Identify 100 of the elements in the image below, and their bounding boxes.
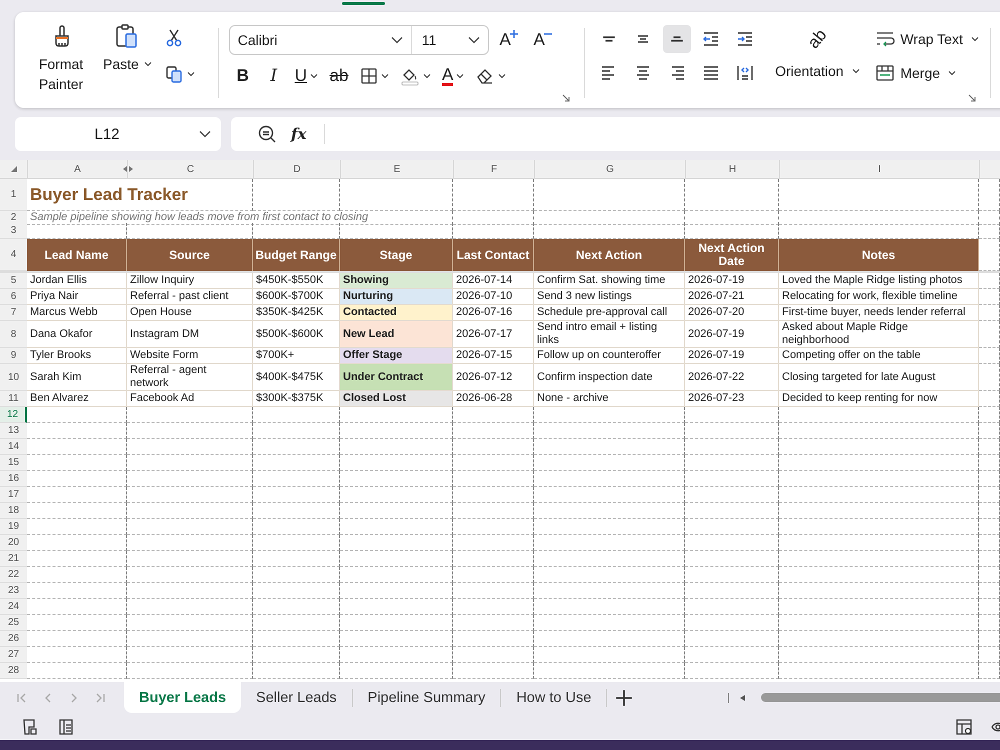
underline-button[interactable]: U bbox=[290, 63, 322, 89]
dialog-launcher-icon[interactable] bbox=[968, 94, 976, 102]
row-number[interactable]: 1 bbox=[0, 179, 27, 211]
table-cell bbox=[979, 471, 1000, 487]
italic-button[interactable]: I bbox=[260, 63, 288, 89]
table-cell: Schedule pre-approval call bbox=[534, 305, 685, 321]
stage-cell: Offer Stage bbox=[340, 348, 453, 364]
row-number[interactable]: 19 bbox=[0, 519, 27, 535]
orientation-icon: ab bbox=[802, 24, 833, 54]
increase-font-size-button[interactable]: A bbox=[494, 27, 523, 53]
column-header[interactable]: I bbox=[779, 160, 979, 178]
row-number[interactable]: 7 bbox=[0, 305, 27, 321]
table-cell: Priya Nair bbox=[27, 289, 127, 305]
table-cell: Dana Okafor bbox=[27, 321, 127, 348]
row-number[interactable]: 21 bbox=[0, 551, 27, 567]
workbook-settings-icon[interactable] bbox=[954, 716, 974, 736]
row-number[interactable]: 14 bbox=[0, 439, 27, 455]
table-cell: 2026-07-19 bbox=[685, 321, 779, 348]
name-box[interactable]: L12 bbox=[15, 117, 221, 151]
row-number[interactable]: 11 bbox=[0, 391, 27, 407]
row-number[interactable]: 5 bbox=[0, 273, 27, 289]
alignment-button[interactable] bbox=[663, 25, 692, 53]
row-number[interactable]: 20 bbox=[0, 535, 27, 551]
column-header[interactable]: D bbox=[253, 160, 340, 178]
hidden-column-icon[interactable] bbox=[123, 166, 133, 172]
font-color-button[interactable]: A bbox=[438, 63, 468, 89]
horizontal-scrollbar[interactable] bbox=[761, 693, 1000, 702]
table-cell: Referral - past client bbox=[127, 289, 253, 305]
row-number[interactable]: 3 bbox=[0, 223, 27, 239]
row-number[interactable]: 13 bbox=[0, 423, 27, 439]
caret-icon bbox=[381, 72, 389, 80]
table-cell: Closing targeted for late August bbox=[779, 364, 979, 391]
table-cell: Facebook Ad bbox=[127, 391, 253, 407]
row-number[interactable]: 12 bbox=[0, 407, 27, 423]
column-header[interactable]: E bbox=[340, 160, 453, 178]
strikethrough-button[interactable]: ab bbox=[325, 63, 353, 89]
row-number[interactable]: 6 bbox=[0, 289, 27, 305]
row-number[interactable]: 26 bbox=[0, 631, 27, 647]
row-number[interactable]: 27 bbox=[0, 647, 27, 663]
font-size-dropdown[interactable]: 11 bbox=[412, 26, 488, 54]
table-cell: 2026-07-15 bbox=[453, 348, 534, 364]
table-cell bbox=[979, 567, 1000, 583]
decrease-font-size-button[interactable]: A bbox=[528, 27, 557, 53]
row-number[interactable]: 16 bbox=[0, 471, 27, 487]
column-header[interactable]: F bbox=[453, 160, 534, 178]
active-tab-indicator bbox=[342, 2, 385, 5]
table-cell bbox=[979, 273, 1000, 289]
table-cell: 2026-07-22 bbox=[685, 364, 779, 391]
row-number[interactable]: 28 bbox=[0, 663, 27, 679]
insert-function-button[interactable]: fx bbox=[291, 125, 306, 143]
row-number[interactable]: 15 bbox=[0, 455, 27, 471]
formula-field[interactable]: fx bbox=[231, 117, 1000, 151]
caret-icon bbox=[456, 72, 464, 80]
table-header-cell: Next Action Date bbox=[685, 239, 779, 271]
bold-button[interactable]: B bbox=[228, 63, 257, 89]
caret-icon bbox=[186, 70, 195, 78]
column-header[interactable]: H bbox=[685, 160, 779, 178]
format-painter-button[interactable]: Format Painter bbox=[31, 22, 91, 102]
stage-cell: New Lead bbox=[340, 321, 453, 348]
row-number[interactable]: 22 bbox=[0, 567, 27, 583]
row-number[interactable]: 18 bbox=[0, 503, 27, 519]
row-number[interactable]: 24 bbox=[0, 599, 27, 615]
merge-button[interactable]: Merge bbox=[875, 59, 979, 87]
align-lines-icon bbox=[670, 36, 684, 42]
column-header[interactable]: G bbox=[534, 160, 685, 178]
scroll-left-icon[interactable] bbox=[739, 694, 747, 702]
table-cell bbox=[979, 583, 1000, 599]
caret-icon bbox=[423, 72, 431, 80]
table-cell bbox=[979, 223, 1000, 239]
font-name-dropdown[interactable]: Calibri bbox=[230, 26, 412, 54]
add-sheet-icon[interactable] bbox=[615, 688, 634, 706]
dialog-launcher-icon[interactable] bbox=[562, 94, 570, 102]
sheet-tab[interactable]: Seller Leads bbox=[241, 682, 352, 713]
row-number[interactable]: 23 bbox=[0, 583, 27, 599]
sheet-title: Buyer Lead Tracker bbox=[30, 188, 188, 201]
sheet-tab[interactable]: Buyer Leads bbox=[124, 682, 242, 713]
table-cell: Competing offer on the table bbox=[779, 348, 979, 364]
paste-button[interactable]: Paste bbox=[103, 22, 152, 102]
wrap-text-button[interactable]: Wrap Text bbox=[875, 25, 979, 53]
chevron-icon bbox=[468, 36, 480, 44]
sheet-tab[interactable]: How to Use bbox=[501, 682, 606, 713]
table-cell: Relocating for work, flexible timeline bbox=[779, 289, 979, 305]
caret-icon bbox=[144, 60, 152, 68]
row-number[interactable]: 10 bbox=[0, 364, 27, 391]
table-cell: Zillow Inquiry bbox=[127, 273, 253, 289]
row-number[interactable]: 25 bbox=[0, 615, 27, 631]
table-header-cell: Source bbox=[127, 239, 253, 271]
orientation-button[interactable]: Orientation bbox=[775, 57, 860, 85]
row-number[interactable]: 4 bbox=[0, 239, 27, 271]
select-all-icon[interactable] bbox=[10, 165, 18, 173]
zoom-out-icon[interactable] bbox=[257, 124, 277, 144]
table-cell: Ben Alvarez bbox=[27, 391, 127, 407]
borders-icon bbox=[360, 67, 378, 85]
table-cell: 2026-07-14 bbox=[453, 273, 534, 289]
row-number[interactable]: 9 bbox=[0, 348, 27, 364]
row-number[interactable]: 8 bbox=[0, 321, 27, 348]
scissors-icon bbox=[164, 28, 184, 48]
table-cell: 2026-07-10 bbox=[453, 289, 534, 305]
row-number[interactable]: 17 bbox=[0, 487, 27, 503]
sheet-tab[interactable]: Pipeline Summary bbox=[352, 682, 500, 713]
